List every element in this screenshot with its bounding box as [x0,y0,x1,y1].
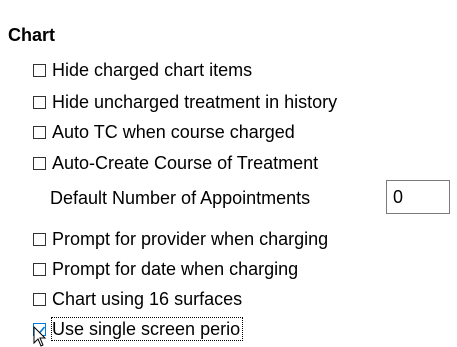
checkbox-hide-charged-chart-items[interactable]: Hide charged chart items [33,58,252,82]
checkbox-hide-uncharged-treatment[interactable]: Hide uncharged treatment in history [33,90,337,114]
appointments-number-input[interactable] [386,180,450,214]
checkbox-box[interactable] [33,125,46,139]
checkbox-label: Chart using 16 surfaces [52,289,243,309]
appointments-label: Default Number of Appointments [50,187,311,208]
checkbox-box[interactable] [33,63,46,77]
checkbox-single-screen-perio[interactable]: Use single screen perio [33,317,244,341]
checkbox-box[interactable] [33,95,46,109]
checkbox-prompt-provider[interactable]: Prompt for provider when charging [33,227,328,251]
checkbox-box[interactable] [33,262,46,276]
mouse-pointer-icon [33,326,47,347]
checkbox-box[interactable] [33,292,46,306]
appointments-field-row: Default Number of Appointments [50,181,310,215]
checkbox-label: Hide uncharged treatment in history [52,92,338,112]
checkbox-auto-tc-course-charged[interactable]: Auto TC when course charged [33,120,295,144]
checkbox-label: Use single screen perio [50,317,244,341]
checkbox-label: Auto-Create Course of Treatment [52,153,319,173]
checkbox-label: Prompt for provider when charging [52,229,329,249]
checkbox-chart-16-surfaces[interactable]: Chart using 16 surfaces [33,287,242,311]
checkbox-label: Auto TC when course charged [52,122,295,142]
checkbox-box[interactable] [33,156,46,170]
checkbox-prompt-date[interactable]: Prompt for date when charging [33,257,298,281]
checkbox-auto-create-course[interactable]: Auto-Create Course of Treatment [33,151,318,175]
checkbox-label: Prompt for date when charging [52,259,299,279]
section-title-chart: Chart [8,25,56,45]
checkbox-box[interactable] [33,232,46,246]
chart-options-panel: Chart Hide charged chart items Hide unch… [0,0,457,347]
checkbox-label: Hide charged chart items [52,60,253,80]
